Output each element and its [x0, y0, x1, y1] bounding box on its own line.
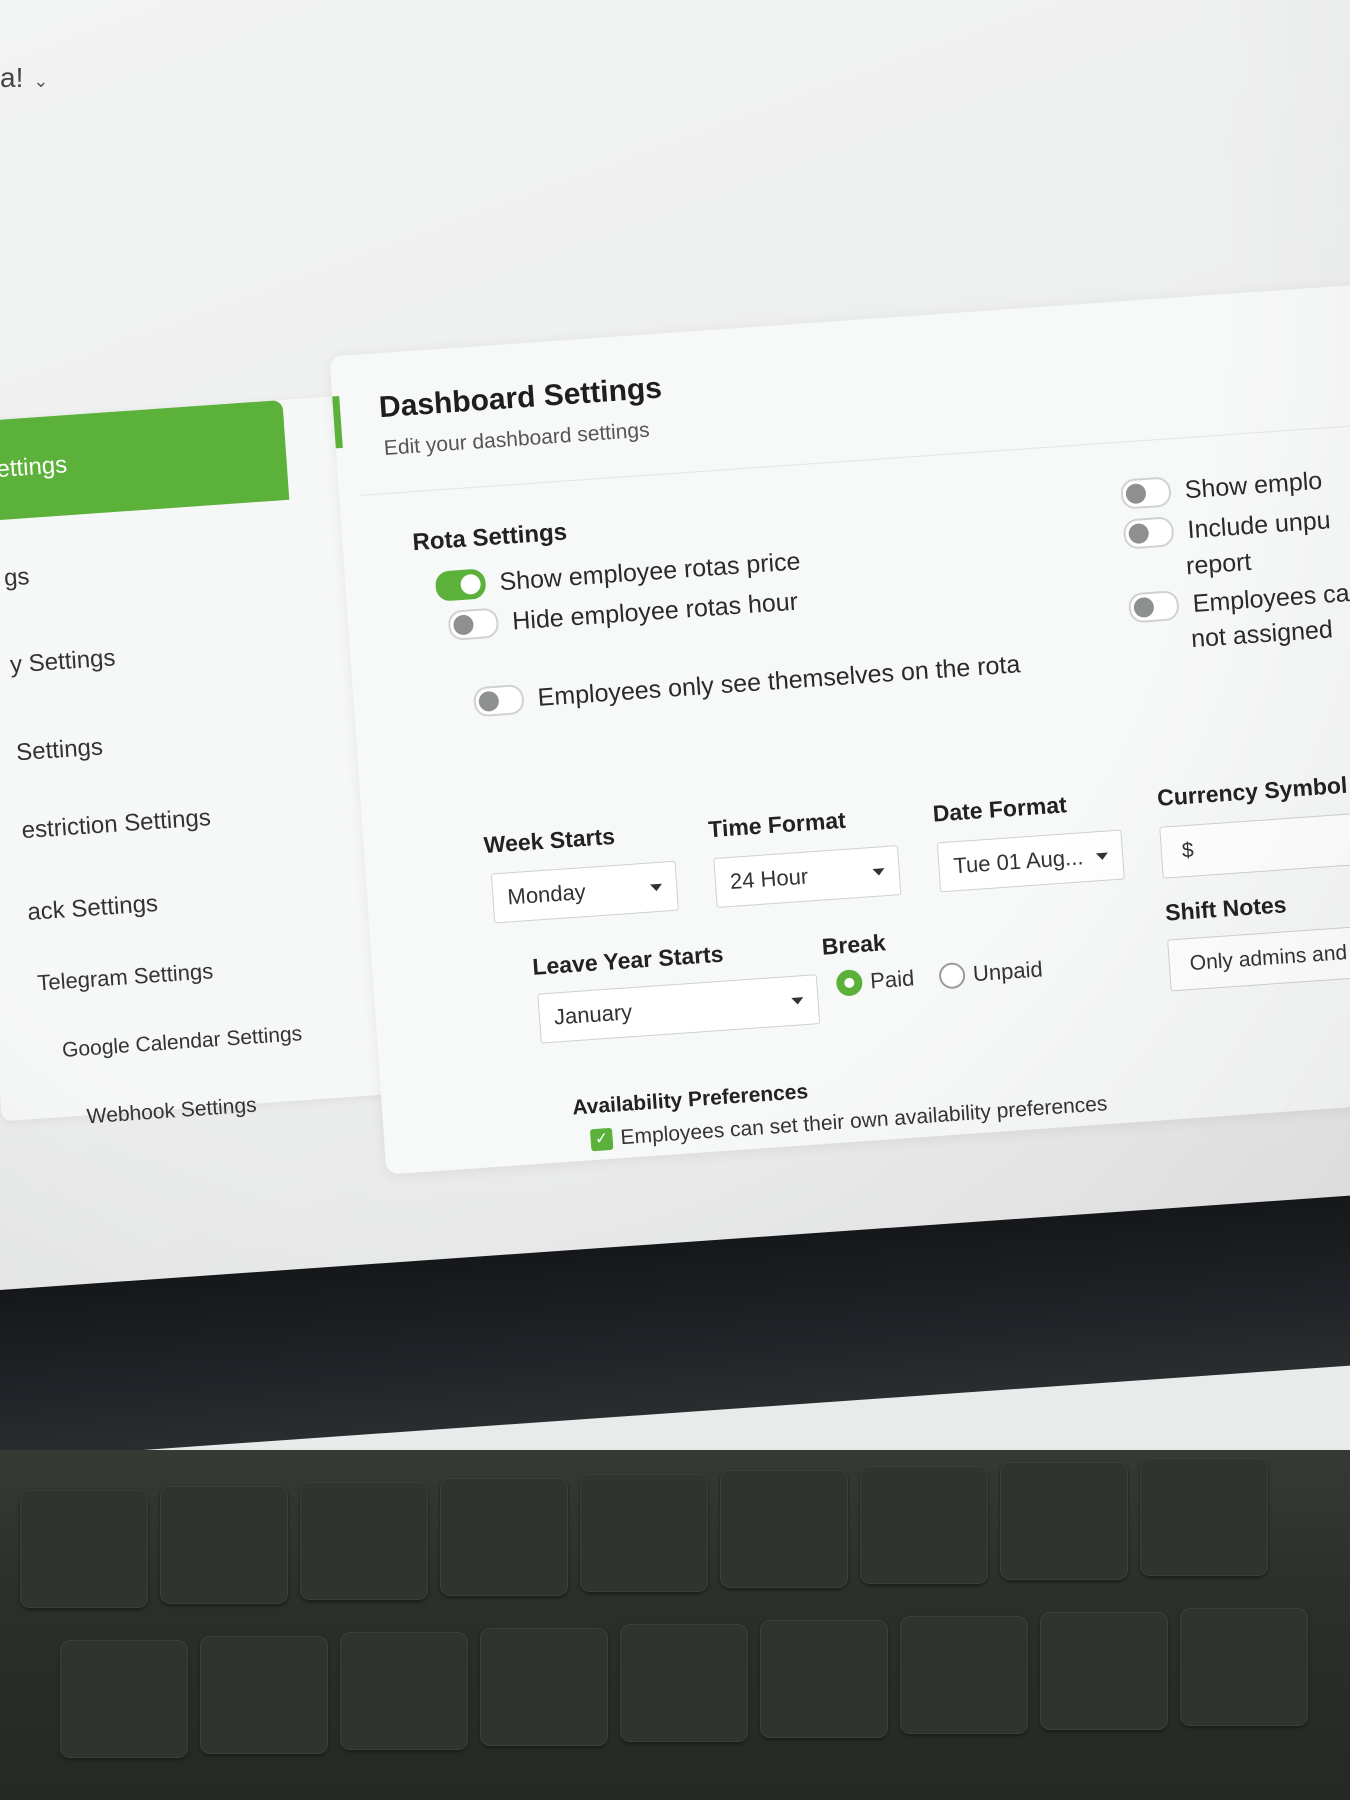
toggle-switch[interactable] [1127, 590, 1180, 624]
toggle-show-employee[interactable]: Show emplo [1119, 466, 1323, 510]
page-title: Dashboard Settings [377, 371, 663, 425]
keyboard-key [760, 1620, 888, 1738]
leave-year-starts-select[interactable]: January [537, 974, 821, 1044]
toggle-label-continued: report [1185, 548, 1252, 581]
sidebar-item-dashboard-settings[interactable]: ettings [0, 400, 290, 523]
leave-year-starts-value: January [553, 999, 633, 1030]
sidebar-item-google-calendar-settings[interactable]: Google Calendar Settings [61, 1022, 303, 1063]
keyboard-key [300, 1482, 428, 1600]
sidebar-item-settings-2[interactable]: gs [3, 563, 30, 593]
keyboard-key [1040, 1612, 1168, 1730]
radio-unselected-icon[interactable] [938, 961, 966, 990]
toggle-switch[interactable] [447, 607, 500, 641]
dashboard-settings-panel: Dashboard Settings Edit your dashboard s… [329, 279, 1350, 1175]
keyboard-key [860, 1466, 988, 1584]
week-starts-value: Monday [506, 879, 587, 910]
break-label: Break [820, 929, 887, 960]
keyboard-key [580, 1474, 708, 1592]
currency-symbol-input[interactable]: $ [1159, 809, 1350, 879]
toggle-label: Include unpu [1186, 505, 1332, 544]
toggle-label: Employees only see themselves on the rot… [536, 649, 1022, 712]
shift-notes-label: Shift Notes [1164, 891, 1288, 926]
caret-down-icon [872, 868, 885, 876]
screen: a! ⌄ ettings gs y Settings Settings estri… [0, 0, 1350, 1330]
radio-label: Paid [869, 965, 916, 994]
rota-settings-title: Rota Settings [411, 518, 568, 557]
time-format-value: 24 Hour [729, 863, 809, 894]
toggle-employees-see-themselves[interactable]: Employees only see themselves on the rot… [472, 649, 1022, 718]
checkbox-checked-icon[interactable]: ✓ [589, 1127, 614, 1152]
leave-year-starts-label: Leave Year Starts [531, 940, 725, 980]
toggle-include-unpaid[interactable]: Include unpu [1122, 505, 1332, 550]
break-option-unpaid[interactable]: Unpaid [938, 956, 1044, 990]
keyboard-key [160, 1486, 288, 1604]
date-format-label: Date Format [931, 791, 1068, 827]
keyboard-key [900, 1616, 1028, 1734]
break-option-paid[interactable]: Paid [835, 965, 916, 997]
toggle-label-extra: report [1185, 547, 1253, 581]
settings-page: ettings gs y Settings Settings estrictio… [0, 0, 1350, 1298]
sidebar-item-restriction-settings[interactable]: estriction Settings [21, 804, 212, 845]
sidebar-item-slack-settings[interactable]: ack Settings [27, 890, 159, 927]
keyboard-key [340, 1632, 468, 1750]
sidebar-item-settings-3[interactable]: y Settings [9, 644, 116, 679]
keyboard-key [1140, 1458, 1268, 1576]
caret-down-icon [650, 883, 663, 892]
time-format-label: Time Format [707, 806, 847, 843]
toggle-label: Hide employee rotas hour [511, 587, 799, 635]
radio-selected-icon[interactable] [835, 969, 864, 997]
keyboard-key [1180, 1608, 1308, 1726]
keyboard-key [60, 1640, 188, 1758]
week-starts-select[interactable]: Monday [490, 860, 679, 924]
availability-preferences-title: Availability Preferences [571, 1080, 809, 1120]
radio-label: Unpaid [972, 956, 1044, 987]
week-starts-label: Week Starts [482, 822, 616, 859]
keyboard-key [1000, 1462, 1128, 1580]
date-format-select[interactable]: Tue 01 Aug... [936, 829, 1125, 893]
toggle-label-continued: not assigned [1190, 615, 1333, 654]
caret-down-icon [791, 997, 804, 1005]
keyboard-key [720, 1470, 848, 1588]
toggle-switch[interactable] [1119, 476, 1172, 510]
sidebar-item-telegram-settings[interactable]: Telegram Settings [37, 958, 214, 996]
keyboard-key [480, 1628, 608, 1746]
keyboard-key [20, 1490, 148, 1608]
toggle-label: Employees ca [1191, 578, 1350, 618]
caret-down-icon [1095, 852, 1109, 861]
page-subtitle: Edit your dashboard settings [383, 418, 651, 461]
toggle-label-extra: not assigned [1190, 615, 1334, 654]
keyboard-key [620, 1624, 748, 1742]
toggle-switch[interactable] [1122, 516, 1175, 550]
toggle-switch[interactable] [434, 568, 487, 602]
sidebar-item-settings-4[interactable]: Settings [15, 733, 103, 767]
toggle-switch[interactable] [472, 683, 525, 718]
keyboard-key [440, 1478, 568, 1596]
date-format-value: Tue 01 Aug... [952, 844, 1085, 879]
toggle-label: Show emplo [1183, 466, 1323, 504]
time-format-select[interactable]: 24 Hour [713, 845, 902, 908]
keyboard-key [200, 1636, 328, 1754]
sidebar-item-webhook-settings[interactable]: Webhook Settings [86, 1094, 257, 1130]
currency-symbol-label: Currency Symbol [1156, 771, 1349, 811]
shift-notes-input[interactable]: Only admins and ma [1167, 921, 1350, 992]
laptop-keyboard [0, 1450, 1350, 1800]
